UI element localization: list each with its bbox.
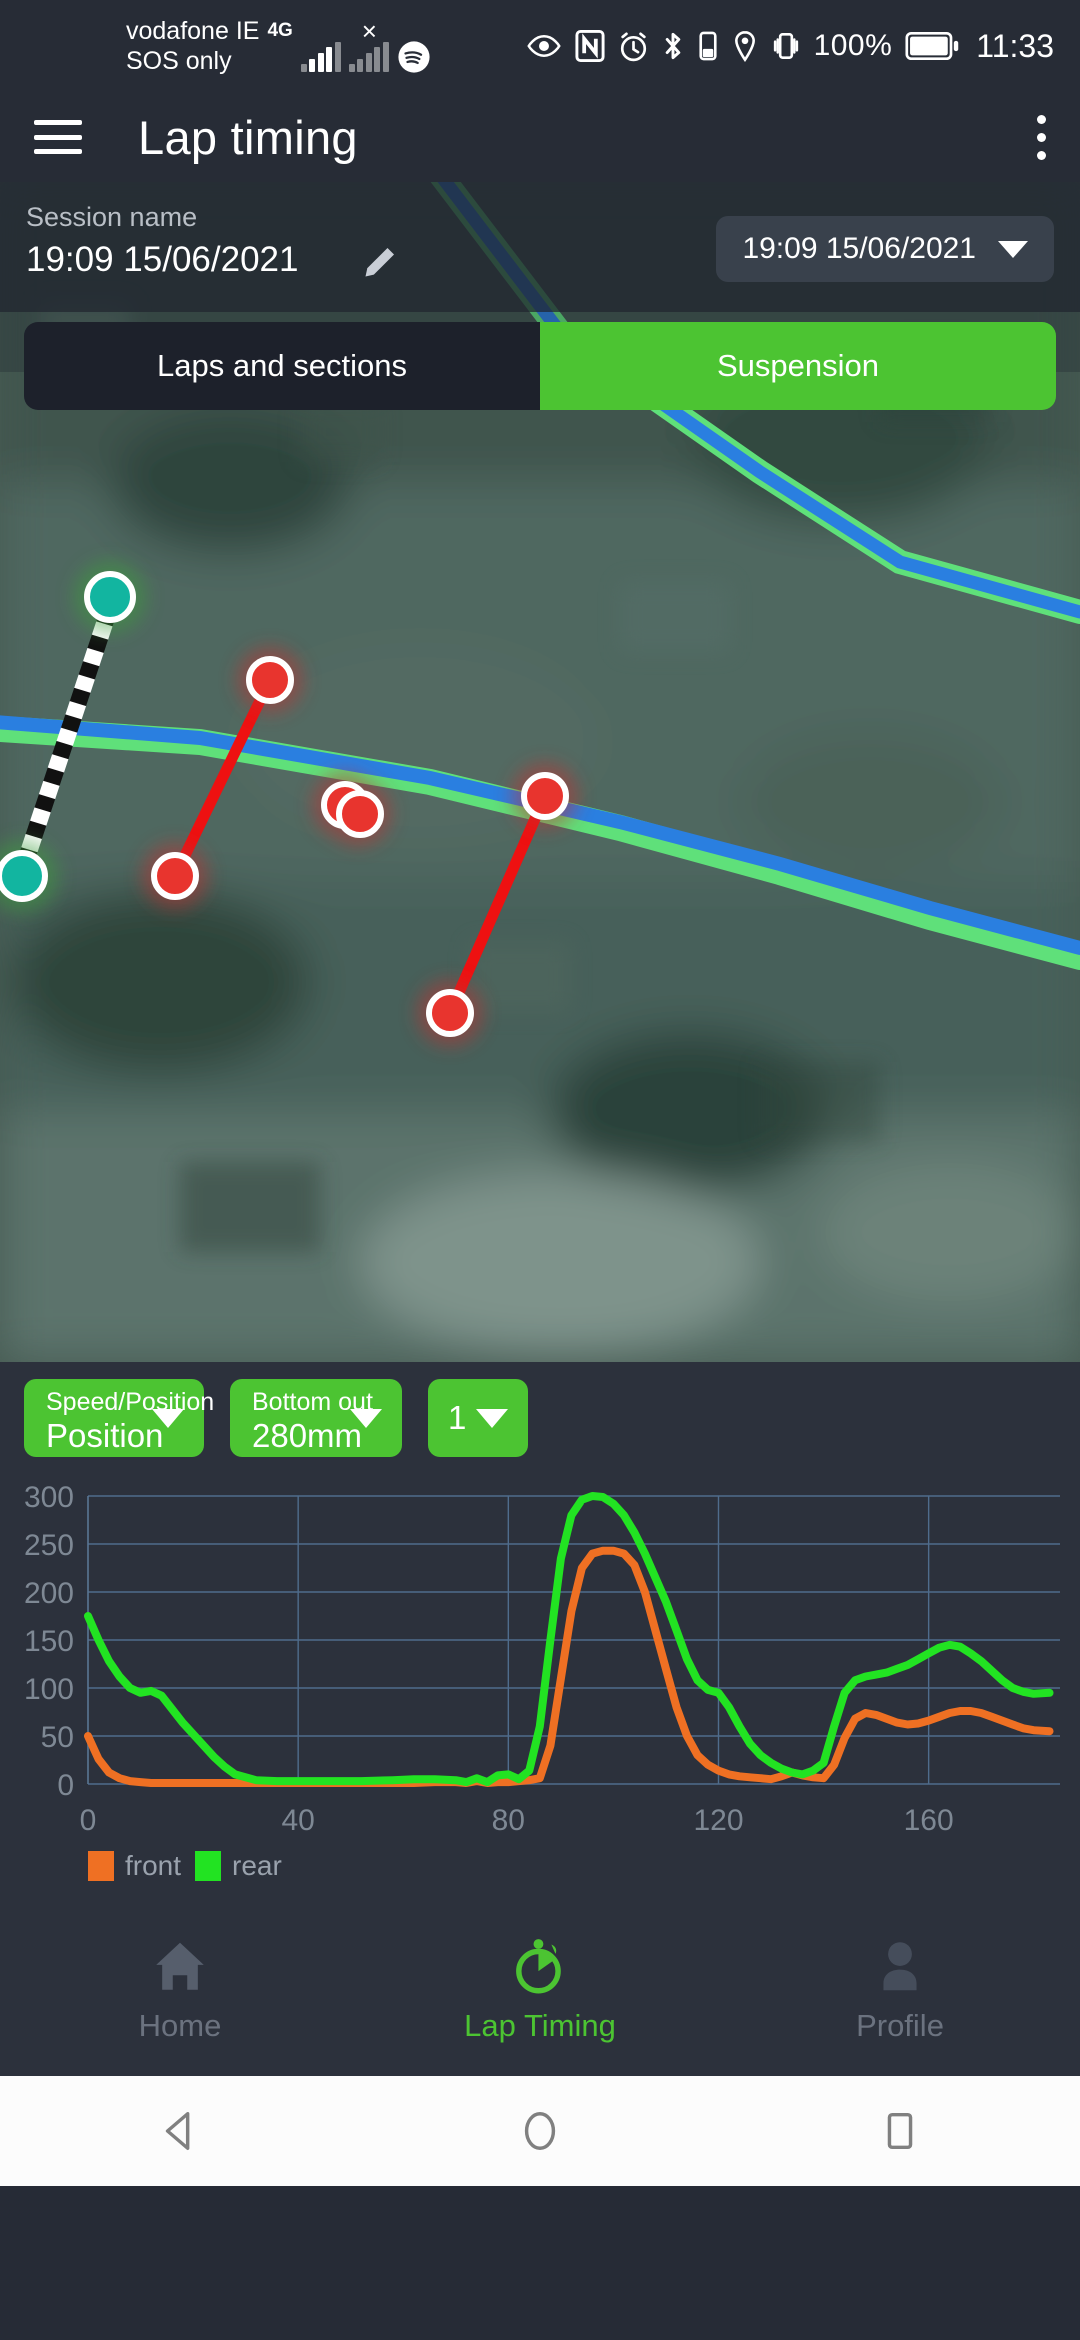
session-selector-value: 19:09 15/06/2021 [742,232,976,265]
app-bar: Lap timing [0,92,1080,182]
section-marker-2b [336,790,384,838]
nav-item-lap-timing[interactable]: Lap Timing [360,1936,720,2044]
chevron-down-icon [998,240,1028,258]
chevron-down-icon [476,1408,508,1428]
status-bar: vodafone IE SOS only 4G × 100% 11:33 [0,0,1080,92]
svg-text:120: 120 [693,1804,743,1837]
session-name-value: 19:09 15/06/2021 [26,240,299,279]
lap-number-dropdown[interactable]: 1 [428,1379,528,1457]
nav-label-lap-timing: Lap Timing [464,2008,616,2043]
legend-item-rear: rear [195,1850,282,1882]
person-icon [883,1942,917,1991]
session-row: Session name 19:09 15/06/2021 19:09 15/0… [0,200,1080,292]
location-icon [734,30,755,62]
svg-text:100: 100 [24,1673,74,1706]
status-bar-left: vodafone IE SOS only 4G [126,16,431,76]
section-marker-3b [426,989,474,1037]
chart-controls: Speed/Position Position Bottom out 280mm… [0,1362,1080,1474]
bluetooth-icon [665,32,680,60]
lap-number-value: 1 [448,1399,467,1436]
network-type-label: 4G [267,20,293,41]
tab-laps-and-sections-label: Laps and sections [157,348,407,383]
legend-label-front: front [125,1850,182,1881]
battery-icon [905,32,959,60]
nfc-icon [575,30,605,62]
section-marker-1b [151,852,199,900]
tab-laps-and-sections[interactable]: Laps and sections [24,322,540,410]
speed-position-value: Position [46,1417,164,1454]
battery-percent-label: 100% [813,29,893,62]
status-bar-right: 100% 11:33 [526,28,1054,65]
svg-text:250: 250 [24,1529,74,1562]
battery-saver-icon [698,31,717,61]
vibrate-icon [773,33,798,59]
map-view[interactable]: Session name 19:09 15/06/2021 19:09 15/0… [0,182,1080,1362]
legend-label-rear: rear [232,1850,282,1881]
android-navigation-bar [0,2076,1080,2186]
stopwatch-icon [516,1939,561,1994]
kebab-menu-icon[interactable] [1036,114,1046,160]
nav-label-profile: Profile [856,2008,944,2043]
signal-bars-icon [300,42,341,72]
svg-text:80: 80 [492,1804,525,1837]
tab-bar: Laps and sections Suspension [24,322,1056,410]
recents-square-icon[interactable] [877,2108,923,2154]
hamburger-icon[interactable] [34,120,82,154]
start-marker-top [84,571,136,623]
svg-text:200: 200 [24,1577,74,1610]
pencil-icon[interactable] [360,242,400,282]
chart-legend: front rear [0,1850,1080,1882]
tab-suspension[interactable]: Suspension [540,322,1056,410]
home-icon [156,1942,204,1990]
speed-position-dropdown[interactable]: Speed/Position Position [24,1379,214,1457]
session-selector-dropdown[interactable]: 19:09 15/06/2021 [716,216,1054,282]
start-marker-bottom [0,850,48,902]
section-marker-3a [521,772,569,820]
bottom-navigation: Home Lap Timing Profile [0,1904,1080,2076]
nav-item-home[interactable]: Home [0,1936,360,2044]
tab-suspension-label: Suspension [716,348,879,383]
spotify-icon [398,41,430,73]
bottom-out-dropdown[interactable]: Bottom out 280mm [230,1379,402,1457]
session-name-label: Session name [26,202,198,232]
speed-position-label: Speed/Position [46,1388,215,1416]
svg-text:0: 0 [57,1769,74,1802]
svg-text:150: 150 [24,1625,74,1658]
signal-bars-no-service-icon [348,18,389,72]
suspension-chart[interactable]: 0 50 100 150 200 250 300 0 40 80 120 160 front rear [0,1474,1080,1904]
svg-text:0: 0 [80,1804,97,1837]
bottom-out-label: Bottom out [252,1388,373,1416]
carrier-sos: SOS only [126,47,232,75]
nav-label-home: Home [138,2008,222,2043]
carrier-name: vodafone IE [126,17,260,45]
section-marker-1a [246,656,294,704]
legend-item-front: front [88,1850,181,1882]
legend-swatch-rear [195,1851,222,1881]
legend-swatch-front [88,1851,114,1881]
eye-comfort-icon [526,35,561,57]
nav-item-profile[interactable]: Profile [720,1936,1080,2044]
chart-canvas: 0 50 100 150 200 250 300 0 40 80 120 160 [24,1481,1060,1837]
svg-text:300: 300 [24,1481,74,1514]
svg-text:50: 50 [41,1721,74,1754]
alarm-icon [620,31,646,61]
carrier-text: vodafone IE SOS only [126,16,259,76]
svg-text:160: 160 [904,1804,954,1837]
clock-label: 11:33 [976,27,1054,64]
home-circle-icon[interactable] [517,2108,563,2154]
page-title: Lap timing [138,110,358,164]
bottom-out-value: 280mm [252,1417,363,1454]
back-triangle-icon[interactable] [157,2108,203,2154]
svg-text:40: 40 [281,1804,314,1837]
